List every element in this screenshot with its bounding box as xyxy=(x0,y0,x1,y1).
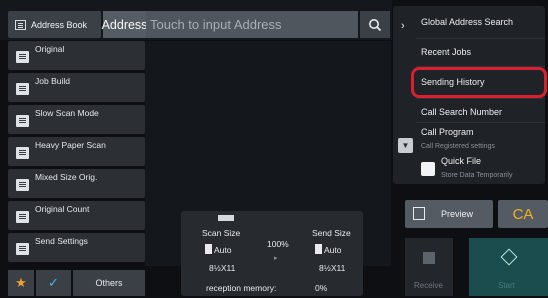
menu-divider xyxy=(416,38,545,39)
send-settings-button[interactable]: Send Settings xyxy=(8,233,145,262)
start-icon xyxy=(500,248,518,266)
scan-paper-size: 8½X11 xyxy=(209,263,236,273)
reception-memory-label: reception memory: xyxy=(206,283,277,293)
call-program-item[interactable]: Call Program xyxy=(421,127,474,137)
receive-label: Receive xyxy=(414,281,443,290)
others-button[interactable]: Others xyxy=(73,270,145,296)
mixed-size-label: Mixed Size Orig. xyxy=(35,172,98,182)
star-icon: ★ xyxy=(15,275,27,290)
send-size-label: Send Size xyxy=(312,228,351,238)
mixed-size-icon xyxy=(16,179,29,191)
clear-all-button[interactable]: CA xyxy=(498,200,548,228)
bottom-left-controls: ★ ✓ Others xyxy=(8,270,145,296)
checkmark-icon: ✓ xyxy=(48,275,59,290)
send-size-value: Auto xyxy=(324,245,342,255)
search-button[interactable] xyxy=(360,11,390,38)
chevron-down-icon: ▼ xyxy=(401,141,410,150)
scan-size-label: Scan Size xyxy=(202,228,241,238)
quick-file-subtitle: Store Data Temporarily xyxy=(441,172,513,179)
address-input[interactable]: Touch to input Address xyxy=(146,11,358,38)
preview-button[interactable]: Preview xyxy=(405,200,493,228)
recent-jobs-item[interactable]: Recent Jobs xyxy=(421,47,471,57)
favorite-button[interactable]: ★ xyxy=(8,270,34,296)
sending-history-highlight xyxy=(411,67,547,98)
check-button[interactable]: ✓ xyxy=(36,270,71,296)
address-book-label: Address Book xyxy=(31,19,88,30)
job-build-button[interactable]: Job Build xyxy=(8,73,145,102)
original-count-label: Original Count xyxy=(35,204,90,214)
preview-label: Preview xyxy=(441,209,474,219)
size-status-panel: Scan Size Auto 8½X11 100% ▸ Send Size Au… xyxy=(181,211,363,296)
address-book-button[interactable]: Address Book xyxy=(8,11,101,38)
tray-icon xyxy=(218,215,234,221)
collapse-arrow-icon[interactable]: › xyxy=(401,20,405,32)
original-count-button[interactable]: Original Count xyxy=(8,201,145,230)
preview-icon xyxy=(413,207,425,220)
send-settings-label: Send Settings xyxy=(35,236,88,246)
job-build-icon xyxy=(16,83,29,95)
original-count-icon xyxy=(16,211,29,223)
heavy-paper-label: Heavy Paper Scan xyxy=(35,140,106,150)
menu-divider xyxy=(416,98,545,99)
original-label: Original xyxy=(35,44,65,54)
call-search-number-item[interactable]: Call Search Number xyxy=(421,107,502,117)
mode-list: Original Job Build Slow Scan Mode Heavy … xyxy=(8,41,145,266)
original-button[interactable]: Original xyxy=(8,41,145,70)
global-address-search-item[interactable]: Global Address Search xyxy=(421,17,513,27)
heavy-paper-icon xyxy=(16,147,29,159)
mixed-size-orig-button[interactable]: Mixed Size Orig. xyxy=(8,169,145,198)
receive-button[interactable]: Receive xyxy=(405,238,453,296)
quick-file-item[interactable]: Quick File xyxy=(441,156,481,166)
call-program-subtitle: Call Registered settings xyxy=(421,143,495,150)
address-bar: Address Book Address Touch to input Addr… xyxy=(0,0,392,40)
start-label: Start xyxy=(498,281,515,290)
receive-icon xyxy=(423,252,435,264)
start-button[interactable]: Start xyxy=(469,238,548,296)
arrow-right-icon: ▸ xyxy=(274,255,278,262)
quick-file-checkbox[interactable] xyxy=(421,162,435,176)
send-paper-size: 8½X11 xyxy=(319,263,346,273)
scroll-down-button[interactable]: ▼ xyxy=(398,138,413,153)
job-build-label: Job Build xyxy=(35,76,70,86)
original-icon xyxy=(16,51,29,63)
reception-memory-value: 0% xyxy=(315,283,328,293)
slow-scan-label: Slow Scan Mode xyxy=(35,108,99,118)
slow-scan-mode-button[interactable]: Slow Scan Mode xyxy=(8,105,145,134)
address-book-icon xyxy=(15,19,26,30)
slow-scan-icon xyxy=(16,115,29,127)
search-icon xyxy=(369,18,382,31)
menu-divider xyxy=(416,122,545,123)
send-document-icon xyxy=(315,244,322,254)
send-settings-icon xyxy=(16,243,29,255)
scan-size-value: Auto xyxy=(214,245,232,255)
heavy-paper-scan-button[interactable]: Heavy Paper Scan xyxy=(8,137,145,166)
scan-document-icon xyxy=(205,244,212,254)
address-label: Address xyxy=(102,11,147,38)
zoom-ratio: 100% xyxy=(267,239,289,249)
